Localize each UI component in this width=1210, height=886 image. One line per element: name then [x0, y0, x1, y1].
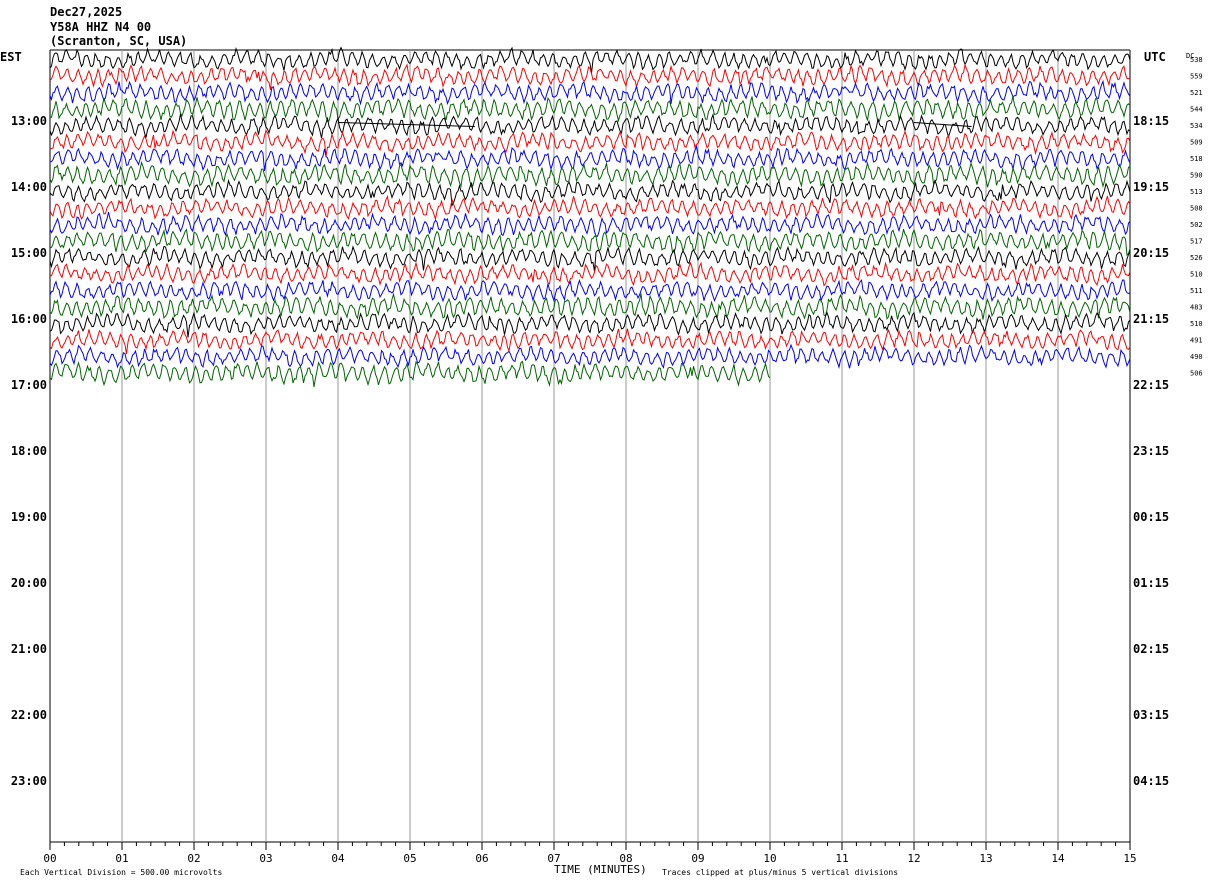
- dc-offset-label: 538: [1190, 56, 1203, 64]
- dc-offset-label: 511: [1190, 287, 1203, 295]
- dc-offset-label: 518: [1190, 155, 1203, 163]
- x-tick-label: 03: [259, 852, 272, 865]
- right-hour-label: 18:15: [1133, 114, 1169, 128]
- left-hour-label: 20:00: [11, 576, 47, 590]
- dc-offset-label: 506: [1190, 370, 1203, 378]
- dc-offset-label: 491: [1190, 337, 1203, 345]
- right-hour-label: 20:15: [1133, 246, 1169, 260]
- dc-offset-label: 508: [1190, 205, 1203, 213]
- left-hour-label: 19:00: [11, 510, 47, 524]
- left-hour-label: 14:00: [11, 180, 47, 194]
- dc-offset-label: 517: [1190, 238, 1203, 246]
- x-tick-label: 04: [331, 852, 345, 865]
- left-hour-label: 17:00: [11, 378, 47, 392]
- station-code: Y58A HHZ N4 00: [50, 20, 151, 34]
- record-date: Dec27,2025: [50, 5, 122, 19]
- x-tick-label: 10: [763, 852, 776, 865]
- dc-offset-label: 502: [1190, 221, 1203, 229]
- left-hour-label: 22:00: [11, 708, 47, 722]
- x-tick-label: 05: [403, 852, 416, 865]
- x-tick-label: 11: [835, 852, 848, 865]
- left-hour-label: 23:00: [11, 774, 47, 788]
- x-tick-label: 14: [1051, 852, 1065, 865]
- right-hour-label: 01:15: [1133, 576, 1169, 590]
- x-tick-label: 09: [691, 852, 704, 865]
- right-hour-label: 02:15: [1133, 642, 1169, 656]
- dc-offset-label: 490: [1190, 353, 1203, 361]
- dc-offset-label: 559: [1190, 73, 1203, 81]
- x-tick-label: 13: [979, 852, 992, 865]
- clip-note: Traces clipped at plus/minus 5 vertical …: [662, 868, 898, 877]
- right-hour-label: 19:15: [1133, 180, 1169, 194]
- dc-offset-label: 590: [1190, 172, 1203, 180]
- dc-offset-label: 483: [1190, 304, 1203, 312]
- left-hour-label: 18:00: [11, 444, 47, 458]
- dc-offset-label: 513: [1190, 188, 1203, 196]
- right-hour-label: 04:15: [1133, 774, 1169, 788]
- left-timezone-label: EST: [0, 50, 22, 64]
- right-hour-label: 00:15: [1133, 510, 1169, 524]
- helicorder-chart: Dec27,2025 Y58A HHZ N4 00 (Scranton, SC,…: [0, 0, 1210, 886]
- x-tick-label: 00: [43, 852, 56, 865]
- dc-offset-label: 510: [1190, 271, 1203, 279]
- dc-offset-label: 521: [1190, 89, 1203, 97]
- station-location: (Scranton, SC, USA): [50, 34, 187, 48]
- x-tick-label: 15: [1123, 852, 1136, 865]
- scale-note: Each Vertical Division = 500.00 microvol…: [20, 868, 222, 877]
- left-hour-label: 15:00: [11, 246, 47, 260]
- right-timezone-label: UTC: [1144, 50, 1166, 64]
- left-hour-label: 16:00: [11, 312, 47, 326]
- right-hour-label: 03:15: [1133, 708, 1169, 722]
- x-tick-label: 12: [907, 852, 920, 865]
- x-tick-label: 06: [475, 852, 488, 865]
- left-hour-label: 13:00: [11, 114, 47, 128]
- dc-offset-label: 509: [1190, 139, 1203, 147]
- x-axis-title: TIME (MINUTES): [554, 863, 647, 876]
- dc-offset-label: 534: [1190, 122, 1203, 130]
- dc-offset-label: 544: [1190, 106, 1203, 114]
- left-hour-label: 21:00: [11, 642, 47, 656]
- dc-offset-label: 526: [1190, 254, 1203, 262]
- x-tick-label: 02: [187, 852, 200, 865]
- right-hour-label: 23:15: [1133, 444, 1169, 458]
- x-tick-label: 01: [115, 852, 128, 865]
- right-hour-label: 22:15: [1133, 378, 1169, 392]
- right-hour-label: 21:15: [1133, 312, 1169, 326]
- dc-offset-label: 510: [1190, 320, 1203, 328]
